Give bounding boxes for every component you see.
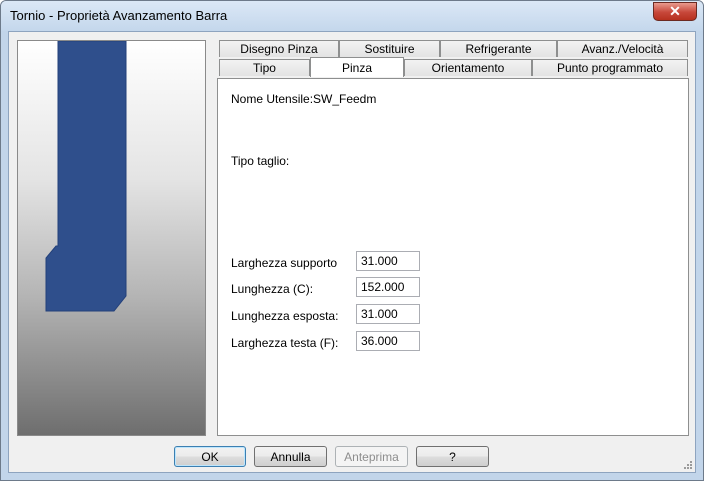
tab-avanz-velocita[interactable]: Avanz./Velocità [557, 40, 688, 57]
tab-refrigerante[interactable]: Refrigerante [440, 40, 557, 57]
tab-orientamento[interactable]: Orientamento [404, 59, 532, 76]
length-c-input[interactable]: 152.000 [356, 277, 420, 297]
tab-label: Orientamento [431, 61, 505, 75]
holder-width-label: Larghezza supporto [231, 256, 338, 270]
tab-label: Punto programmato [556, 61, 664, 75]
tool-preview [17, 40, 206, 436]
head-width-f-input[interactable]: 36.000 [356, 331, 420, 351]
holder-drawing [45, 41, 127, 312]
preview-button: Anteprima [335, 446, 408, 467]
cut-type-label: Tipo taglio: [231, 154, 290, 168]
tab-sostituire[interactable]: Sostituire [339, 40, 440, 57]
tab-control: Disegno Pinza Sostituire Refrigerante Av… [217, 40, 689, 436]
dialog-client: Disegno Pinza Sostituire Refrigerante Av… [8, 31, 696, 473]
tab-pinza[interactable]: Pinza [310, 57, 404, 77]
tab-tipo[interactable]: Tipo [219, 59, 310, 76]
resize-grip-icon[interactable] [683, 460, 693, 470]
holder-shape [45, 41, 127, 312]
tab-label: Refrigerante [465, 42, 532, 56]
head-width-f-label: Larghezza testa (F): [231, 336, 339, 350]
tab-label: Avanz./Velocità [581, 42, 664, 56]
ok-button[interactable]: OK [174, 446, 246, 467]
tab-label: Disegno Pinza [240, 42, 318, 56]
cancel-button[interactable]: Annulla [254, 446, 327, 467]
close-button[interactable]: ✕ [653, 2, 697, 21]
exposed-length-input[interactable]: 31.000 [356, 304, 420, 324]
close-icon: ✕ [669, 3, 681, 19]
tool-name-label: Nome Utensile: [231, 92, 314, 106]
help-button[interactable]: ? [416, 446, 489, 467]
dialog-window: Tornio - Proprietà Avanzamento Barra ✕ D… [0, 0, 704, 481]
tab-punto-programmato[interactable]: Punto programmato [532, 59, 688, 76]
tab-panel-pinza: Nome Utensile: SW_Feedm Tipo taglio: Lar… [217, 78, 689, 436]
tool-name-value: SW_Feedm [313, 92, 377, 106]
exposed-length-label: Lunghezza esposta: [231, 309, 339, 323]
title-bar[interactable]: Tornio - Proprietà Avanzamento Barra ✕ [1, 1, 703, 31]
tab-label: Tipo [253, 61, 276, 75]
tab-label: Pinza [341, 60, 373, 75]
window-title: Tornio - Proprietà Avanzamento Barra [10, 8, 228, 23]
length-c-label: Lunghezza (C): [231, 282, 314, 296]
holder-width-input[interactable]: 31.000 [356, 251, 420, 271]
tab-label: Sostituire [364, 42, 415, 56]
tab-disegno-pinza[interactable]: Disegno Pinza [219, 40, 339, 57]
